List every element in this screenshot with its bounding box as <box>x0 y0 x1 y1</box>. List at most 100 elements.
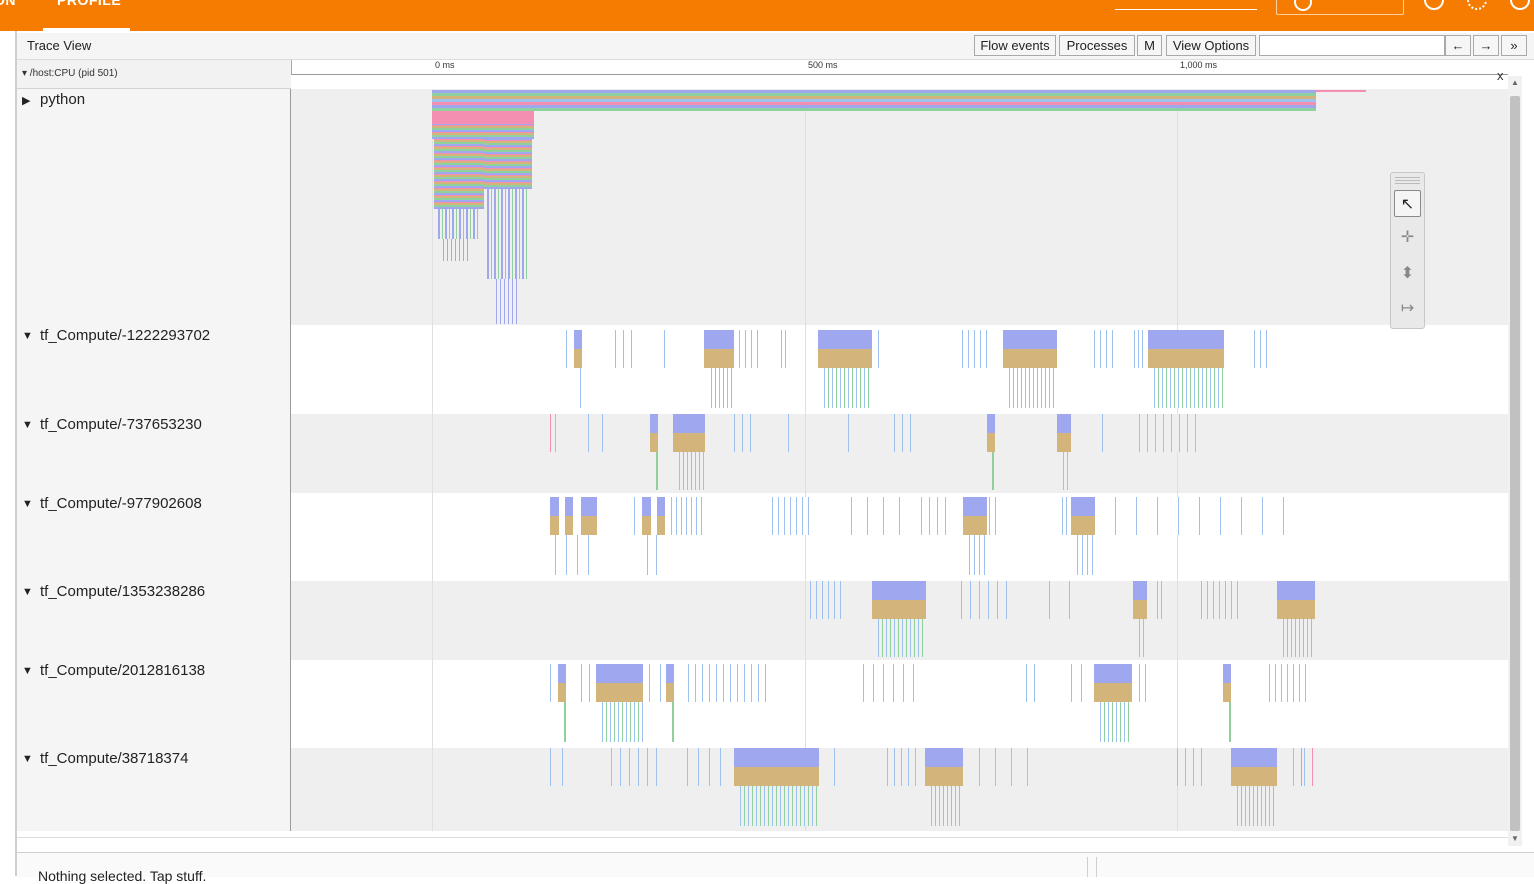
slice[interactable] <box>550 414 560 452</box>
slice[interactable] <box>574 330 582 349</box>
tab-profile[interactable]: PROFILE <box>57 0 121 8</box>
slice[interactable] <box>810 581 844 619</box>
slice[interactable] <box>596 664 643 683</box>
slice[interactable] <box>1049 581 1089 619</box>
slice[interactable] <box>1293 748 1315 786</box>
horizontal-scrollbar[interactable] <box>17 837 1508 853</box>
slice[interactable] <box>739 330 759 368</box>
slice[interactable] <box>432 124 534 139</box>
slice[interactable] <box>1157 581 1165 619</box>
slice[interactable] <box>1254 330 1270 368</box>
collapse-arrow-icon[interactable]: ▼ <box>22 586 33 598</box>
slice[interactable] <box>574 349 582 368</box>
slice[interactable] <box>673 433 705 452</box>
slice[interactable] <box>925 767 963 786</box>
track-header-tf-compute-1[interactable]: ▼ tf_Compute/-1222293702 <box>17 325 291 414</box>
slice[interactable] <box>734 767 819 786</box>
slice[interactable] <box>649 664 661 702</box>
find-previous-button[interactable]: ← <box>1445 35 1471 56</box>
slice[interactable] <box>1148 330 1224 349</box>
slice[interactable] <box>443 239 471 261</box>
track-header-tf-compute-4[interactable]: ▼ tf_Compute/1353238286 <box>17 581 291 660</box>
slice[interactable] <box>1094 330 1114 368</box>
slice[interactable] <box>1102 414 1103 452</box>
slice[interactable] <box>711 368 735 408</box>
panel-divider[interactable] <box>1087 857 1097 877</box>
slice[interactable] <box>555 535 597 575</box>
track-canvas-tf-compute-4[interactable] <box>291 581 1508 660</box>
tab-trace[interactable]: ON <box>0 0 16 8</box>
slice[interactable] <box>1283 619 1315 657</box>
slice[interactable] <box>1139 664 1147 702</box>
slice[interactable] <box>1094 683 1132 702</box>
slice[interactable] <box>565 516 573 535</box>
slice[interactable] <box>818 349 872 368</box>
slice[interactable] <box>931 786 963 826</box>
flow-events-button[interactable]: Flow events <box>974 35 1056 56</box>
slice[interactable] <box>992 452 994 490</box>
slice[interactable] <box>987 433 995 452</box>
slice[interactable] <box>872 581 926 600</box>
vertical-scrollbar[interactable]: ▲ ▼ <box>1508 76 1522 846</box>
slice[interactable] <box>1003 349 1057 368</box>
slice[interactable] <box>1071 516 1095 535</box>
slice[interactable] <box>656 452 658 490</box>
zoom-tool-icon[interactable]: ⬍ <box>1394 260 1421 287</box>
help-icon[interactable] <box>1424 0 1444 10</box>
slice[interactable] <box>1094 664 1132 683</box>
slice[interactable] <box>602 702 643 742</box>
track-header-tf-compute-3[interactable]: ▼ tf_Compute/-977902608 <box>17 493 291 581</box>
slice[interactable] <box>672 702 674 742</box>
slice[interactable] <box>925 748 963 767</box>
timing-tool-icon[interactable]: ↦ <box>1394 295 1421 322</box>
slice[interactable] <box>642 497 651 516</box>
slice[interactable] <box>1071 497 1095 516</box>
slice[interactable] <box>818 330 872 349</box>
slice[interactable] <box>963 516 987 535</box>
slice[interactable] <box>704 330 734 349</box>
gear-icon[interactable] <box>1467 0 1487 10</box>
slice[interactable] <box>863 664 923 702</box>
slice[interactable] <box>687 748 721 786</box>
time-ruler[interactable] <box>291 60 1508 75</box>
slice[interactable] <box>1133 581 1147 600</box>
slice[interactable] <box>484 139 532 189</box>
slice[interactable] <box>688 664 768 702</box>
vertical-scrollbar-thumb[interactable] <box>1510 96 1520 831</box>
slice[interactable] <box>1223 664 1231 683</box>
slice[interactable] <box>1063 452 1071 490</box>
slice[interactable] <box>834 748 835 786</box>
collapse-arrow-icon[interactable]: ▼ <box>22 753 33 765</box>
scroll-down-icon[interactable]: ▼ <box>1511 834 1519 843</box>
track-area[interactable]: ▶ python ▼ tf_Compute/-1222293702 ▼ tf_C… <box>17 89 1508 831</box>
slice[interactable] <box>565 497 573 516</box>
slice[interactable] <box>1133 600 1147 619</box>
slice[interactable] <box>969 535 987 575</box>
slice[interactable] <box>1229 702 1231 742</box>
slice[interactable] <box>1009 368 1057 408</box>
slice[interactable] <box>634 497 635 535</box>
topbar-search-field[interactable] <box>1115 9 1257 10</box>
slice[interactable] <box>788 414 789 452</box>
slice[interactable] <box>550 748 574 786</box>
slice[interactable] <box>596 683 643 702</box>
slice[interactable] <box>1231 748 1277 767</box>
pan-tool-icon[interactable]: ✛ <box>1394 224 1421 251</box>
track-canvas-tf-compute-3[interactable] <box>291 493 1508 581</box>
slice[interactable] <box>611 748 657 786</box>
slice[interactable] <box>921 497 951 535</box>
slice[interactable] <box>851 497 911 535</box>
slice[interactable] <box>647 535 665 575</box>
metadata-button[interactable]: M <box>1137 35 1162 56</box>
slice[interactable] <box>1057 433 1071 452</box>
slice[interactable] <box>1277 600 1315 619</box>
slice[interactable] <box>1269 664 1309 702</box>
slice[interactable] <box>1148 349 1224 368</box>
view-options-button[interactable]: View Options <box>1166 35 1256 56</box>
slice[interactable] <box>734 748 819 767</box>
find-input[interactable] <box>1259 35 1445 56</box>
track-header-tf-compute-2[interactable]: ▼ tf_Compute/-737653230 <box>17 414 291 493</box>
slice[interactable] <box>487 189 527 279</box>
slice[interactable] <box>581 516 597 535</box>
close-process-button[interactable]: x <box>1497 68 1504 83</box>
